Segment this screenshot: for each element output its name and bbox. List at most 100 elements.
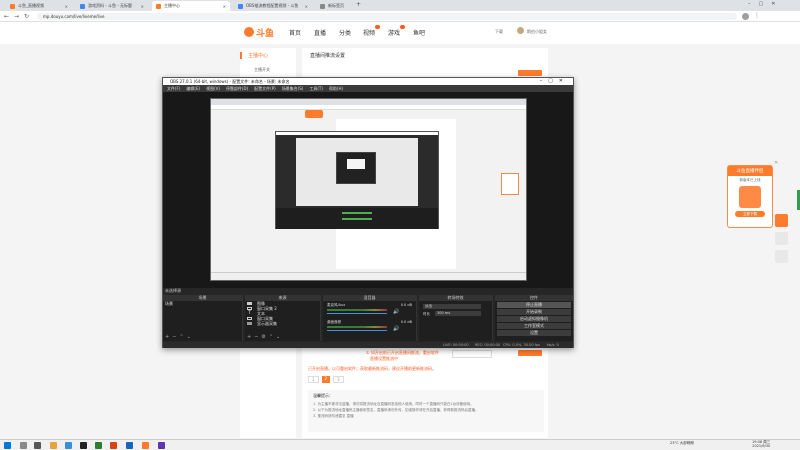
app-icon[interactable]: [126, 442, 133, 449]
obs-menu-tools[interactable]: 工具(T): [309, 85, 323, 92]
close-icon[interactable]: ✕: [305, 4, 308, 9]
promo-download-button[interactable]: 立即下载: [735, 211, 765, 217]
forward-icon[interactable]: →: [14, 13, 19, 20]
obs-window[interactable]: OBS 27.0.1 (64-bit, windows) - 配置文件: 未命名…: [162, 77, 574, 348]
play-float-icon[interactable]: [775, 214, 788, 227]
pager-page-1[interactable]: 1: [308, 376, 319, 383]
reload-icon[interactable]: ↻: [24, 13, 29, 20]
address-bar-row: ← → ↻ mp.douyu.com/live/liveme/live ⋮: [0, 11, 800, 22]
app-icon[interactable]: [110, 442, 117, 449]
profile-avatar[interactable]: [742, 13, 749, 20]
stream-code-field[interactable]: [452, 350, 492, 358]
transitions-panel: 转场特效 淡出 时长 300 ms: [419, 295, 493, 341]
source-item[interactable]: 显示器采集: [245, 321, 320, 326]
help-box: 温馨提示： 1. 为主播不被非法盗播，请勿将推流地址及直播码发给他人使用。同时一…: [308, 390, 544, 432]
douyu-logo[interactable]: 斗鱼: [244, 26, 274, 39]
gear-float-icon[interactable]: [775, 250, 788, 263]
speaker-icon[interactable]: 🔊: [393, 326, 399, 332]
capture-obs-window: [275, 131, 439, 229]
obs-menu-profile[interactable]: 配置文件(P): [254, 85, 276, 92]
sources-panel: 来源 图像 窗口采集 2 T 文本 窗口采集 显示器采集 +−⚙⌃⌄: [245, 295, 321, 341]
page-title: 直播间推流设置: [310, 53, 346, 59]
pager-page-2[interactable]: 2: [321, 376, 331, 383]
virtual-camera-button[interactable]: 启动虚拟摄像机: [497, 316, 571, 322]
obs-menu-file[interactable]: 文件(F): [167, 85, 180, 92]
nav-live[interactable]: 直播: [314, 28, 326, 37]
source-toolbar-icons[interactable]: +−⚙⌃⌄: [247, 334, 283, 340]
user-name[interactable]: 斯伯小姐女: [527, 29, 547, 35]
obs-preview[interactable]: [163, 92, 573, 288]
scene-item[interactable]: 场景: [163, 301, 242, 306]
stop-streaming-button[interactable]: 停止直播: [497, 302, 571, 308]
help-title: 温馨提示：: [313, 393, 333, 398]
nav-video[interactable]: 视频: [363, 25, 381, 37]
explorer-icon[interactable]: [50, 442, 57, 449]
nav-game[interactable]: 游戏: [388, 25, 406, 37]
obs-menu-edit[interactable]: 编辑(E): [186, 85, 200, 92]
page-favicon-icon: [238, 3, 243, 9]
studio-mode-button[interactable]: 工作室模式: [497, 323, 571, 329]
obs-menu-help[interactable]: 帮助(H): [329, 85, 343, 92]
volume-slider[interactable]: [327, 313, 387, 314]
back-icon[interactable]: ←: [4, 13, 9, 20]
tab-douyu-home[interactable]: 斗鱼_直播视频 ✕: [6, 1, 72, 11]
live-time: LIVE: 00:00:00: [443, 343, 469, 347]
help-item: 3. 推流码请勿泄露至 直播: [313, 414, 354, 418]
clock-date: 2021/6/30: [752, 444, 771, 448]
douyu-favicon-icon: [10, 3, 15, 9]
obs-window-controls[interactable]: –▢✕: [540, 78, 569, 85]
download-link[interactable]: 下载: [495, 29, 503, 35]
tab-obs-tutorial[interactable]: OBS推流教程配置视频 - 斗鱼 ✕: [234, 1, 312, 11]
nav-home[interactable]: 首页: [289, 28, 301, 37]
window-controls[interactable]: –▢✕: [748, 1, 783, 7]
app-float-icon[interactable]: [775, 232, 788, 245]
browser-icon[interactable]: [65, 442, 72, 449]
promo-card[interactable]: 斗鱼直播伴侣 新版本已上线 立即下载: [727, 165, 773, 228]
get-stream-key-button[interactable]: [518, 70, 542, 76]
douyu-favicon-icon: [156, 3, 161, 9]
duration-input[interactable]: 300 ms: [435, 311, 481, 316]
close-icon[interactable]: ✕: [65, 4, 68, 9]
nav-fishbar[interactable]: 鱼吧: [413, 28, 425, 37]
close-icon[interactable]: ✕: [141, 4, 144, 9]
settings-button[interactable]: 设置: [497, 330, 571, 336]
obs-menu-scene-collection[interactable]: 场景集合(S): [282, 85, 304, 92]
menu-icon[interactable]: ⋮: [754, 12, 760, 19]
obs-menu-docks[interactable]: 停靠部件(D): [226, 85, 248, 92]
new-tab-icon[interactable]: +: [356, 1, 361, 8]
obs-title: OBS 27.0.1 (64-bit, windows) - 配置文件: 未命名…: [170, 79, 290, 84]
tab-label: 游戏资料 - 斗鱼 - 无标题: [88, 3, 132, 8]
close-icon[interactable]: ✕: [223, 4, 226, 9]
obs-title-bar[interactable]: OBS 27.0.1 (64-bit, windows) - 配置文件: 未命名…: [163, 78, 573, 85]
tab-new[interactable]: 新标签页: [316, 1, 352, 11]
windows-start-icon[interactable]: [4, 442, 11, 449]
stream-notice-link[interactable]: 已开启直播，以可重启软件；获取最新推流码，建议开播前更新推流码。: [308, 366, 544, 372]
tab-anchor-center[interactable]: 主播中心 ✕: [152, 1, 230, 11]
weather[interactable]: 23°C 大部晴朗: [670, 441, 694, 445]
douyu-taskbar-icon[interactable]: [142, 442, 149, 449]
transition-select[interactable]: 淡出: [423, 304, 481, 309]
capture-promo: [501, 173, 519, 195]
promo-close-icon[interactable]: ✕: [774, 160, 778, 166]
taskview-icon[interactable]: [34, 442, 41, 449]
start-recording-button[interactable]: 开始录制: [497, 309, 571, 315]
sidebar-item-live-switch[interactable]: 主播开关: [254, 67, 296, 73]
obs-taskbar-icon[interactable]: [80, 442, 87, 449]
nav-category[interactable]: 分类: [339, 28, 351, 37]
volume-slider[interactable]: [327, 330, 387, 331]
app-icon[interactable]: [158, 442, 165, 449]
search-icon[interactable]: [20, 442, 27, 449]
obs-menu-view[interactable]: 视图(V): [206, 85, 220, 92]
clock[interactable]: 19:08 周三 2021/6/30: [752, 440, 770, 448]
app-icon[interactable]: [95, 442, 102, 449]
capture-nested-preview: [336, 152, 376, 184]
pager-page-3[interactable]: 3: [333, 376, 344, 383]
scene-toolbar-icons[interactable]: +−⌃⌄: [165, 334, 194, 340]
preview-capture-browser: [210, 98, 527, 281]
url-input[interactable]: mp.douyu.com/live/liveme/live: [37, 13, 737, 20]
tab-game-info[interactable]: 游戏资料 - 斗鱼 - 无标题 ✕: [76, 1, 148, 11]
tab-label: 斗鱼_直播视频: [18, 3, 44, 8]
speaker-icon[interactable]: 🔊: [393, 309, 399, 315]
user-avatar[interactable]: [517, 27, 524, 34]
refresh-button[interactable]: [518, 350, 542, 356]
